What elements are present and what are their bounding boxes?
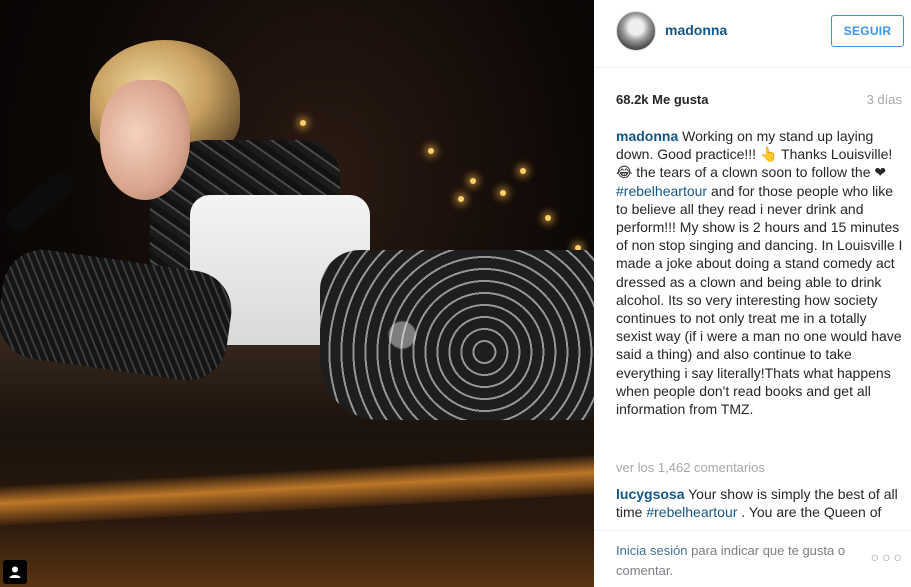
performer-pants <box>320 250 594 420</box>
comment-item: lucygsosa Your show is simply the best o… <box>616 485 903 522</box>
comment-username[interactable]: lucygsosa <box>616 486 684 502</box>
post-stats: 68.2k Me gusta 3 días <box>594 68 911 128</box>
post-age[interactable]: 3 días <box>867 92 902 107</box>
post-sidebar: madonna SEGUIR 68.2k Me gusta 3 días mad… <box>594 0 911 587</box>
more-options-icon[interactable]: ○○○ <box>871 549 905 565</box>
login-prompt: Inicia sesión para indicar que te gusta … <box>616 541 871 581</box>
login-link[interactable]: Inicia sesión <box>616 543 688 558</box>
comment-hashtag[interactable]: #rebelheartour <box>646 504 737 520</box>
microphone <box>1 167 79 237</box>
username-link[interactable]: madonna <box>665 22 727 38</box>
post-photo[interactable] <box>0 0 594 587</box>
user-icon[interactable] <box>3 560 27 584</box>
post-footer: Inicia sesión para indicar que te gusta … <box>594 530 911 587</box>
follow-button[interactable]: SEGUIR <box>831 15 904 47</box>
post-header: madonna SEGUIR <box>594 0 911 68</box>
caption-username[interactable]: madonna <box>616 128 678 144</box>
caption-hashtag[interactable]: #rebelheartour <box>616 183 707 199</box>
view-all-comments-link[interactable]: ver los 1,462 comentarios <box>616 460 765 475</box>
post-caption: madonna Working on my stand up laying do… <box>616 127 903 418</box>
likes-count[interactable]: 68.2k Me gusta <box>616 92 709 107</box>
avatar[interactable] <box>616 11 656 51</box>
caption-text-part2: and for those people who like to believe… <box>616 182 903 418</box>
performer-face <box>100 80 190 200</box>
